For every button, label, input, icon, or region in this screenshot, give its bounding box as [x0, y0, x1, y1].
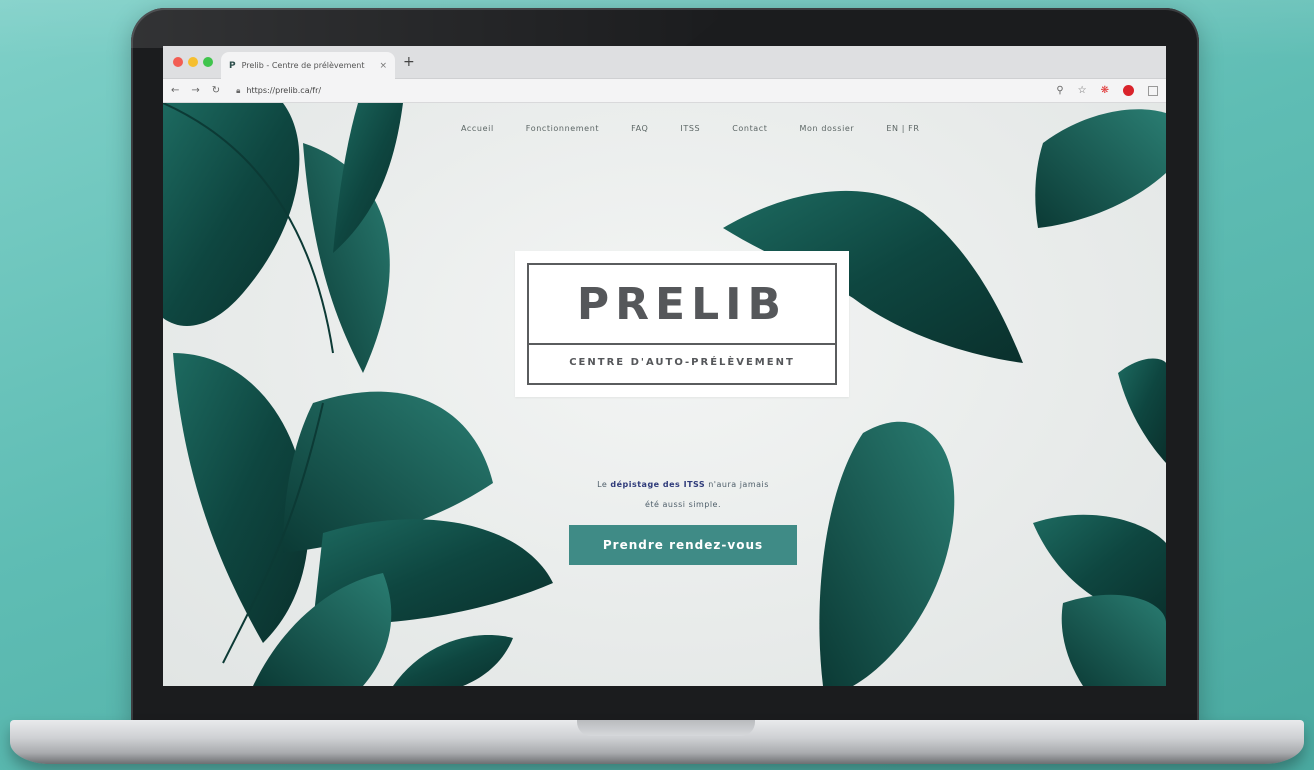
reload-icon[interactable]: ↻ [212, 85, 220, 96]
tagline-pre: Le [597, 480, 611, 489]
minimize-window-icon[interactable] [188, 57, 198, 67]
browser-toolbar: ← → ↻ 🔒︎ https://prelib.ca/fr/ ⚲ ☆ ❋ [163, 79, 1166, 103]
nav-item-mon-dossier[interactable]: Mon dossier [800, 124, 855, 133]
tab-title: Prelib - Centre de prélèvement [241, 61, 365, 70]
extension-icon[interactable]: ❋ [1101, 85, 1109, 96]
favicon-icon: P [229, 60, 236, 71]
logo-divider [529, 343, 835, 345]
url-text: https://prelib.ca/fr/ [246, 86, 322, 95]
nav-item-contact[interactable]: Contact [732, 124, 767, 133]
logo-subtitle: CENTRE D'AUTO-PRÉLÈVEMENT [569, 357, 795, 368]
logo-title: PRELIB [576, 279, 788, 330]
lid-reflection [131, 8, 731, 48]
tab-close-icon[interactable]: × [379, 61, 387, 71]
nav-item-itss[interactable]: ITSS [680, 124, 700, 133]
laptop-screen: P Prelib - Centre de prélèvement × + ← →… [163, 46, 1166, 686]
star-icon[interactable]: ☆ [1078, 85, 1087, 96]
tagline-post: n'aura jamais [705, 480, 769, 489]
browser-tab-bar: P Prelib - Centre de prélèvement × + [163, 46, 1166, 79]
browser-tab[interactable]: P Prelib - Centre de prélèvement × [221, 52, 395, 79]
tagline: Le dépistage des ITSS n'aura jamais été … [553, 475, 813, 515]
nav-item-accueil[interactable]: Accueil [461, 124, 494, 133]
tagline-line2: été aussi simple. [644, 500, 722, 509]
lock-icon: 🔒︎ [236, 85, 241, 95]
address-bar[interactable]: 🔒︎ https://prelib.ca/fr/ [236, 86, 321, 96]
book-appointment-button[interactable]: Prendre rendez-vous [569, 525, 797, 565]
toolbar-actions: ⚲ ☆ ❋ [1056, 85, 1158, 96]
forward-icon[interactable]: → [191, 85, 199, 96]
close-window-icon[interactable] [173, 57, 183, 67]
zoom-icon[interactable]: ⚲ [1056, 85, 1063, 96]
new-tab-icon[interactable]: + [403, 55, 415, 69]
laptop-notch [577, 720, 755, 736]
webpage: Accueil Fonctionnement FAQ ITSS Contact … [163, 103, 1166, 686]
back-icon[interactable]: ← [171, 85, 179, 96]
menu-box-icon[interactable] [1148, 85, 1158, 96]
stop-icon[interactable] [1123, 85, 1134, 96]
nav-item-faq[interactable]: FAQ [631, 124, 648, 133]
nav-item-fonctionnement[interactable]: Fonctionnement [526, 124, 599, 133]
tagline-emphasis: dépistage des ITSS [610, 480, 706, 489]
site-navigation: Accueil Fonctionnement FAQ ITSS Contact … [461, 124, 920, 133]
maximize-window-icon[interactable] [203, 57, 213, 67]
logo-card: PRELIB CENTRE D'AUTO-PRÉLÈVEMENT [515, 251, 849, 397]
language-switcher[interactable]: EN | FR [886, 124, 919, 133]
logo-frame: PRELIB CENTRE D'AUTO-PRÉLÈVEMENT [527, 263, 837, 385]
